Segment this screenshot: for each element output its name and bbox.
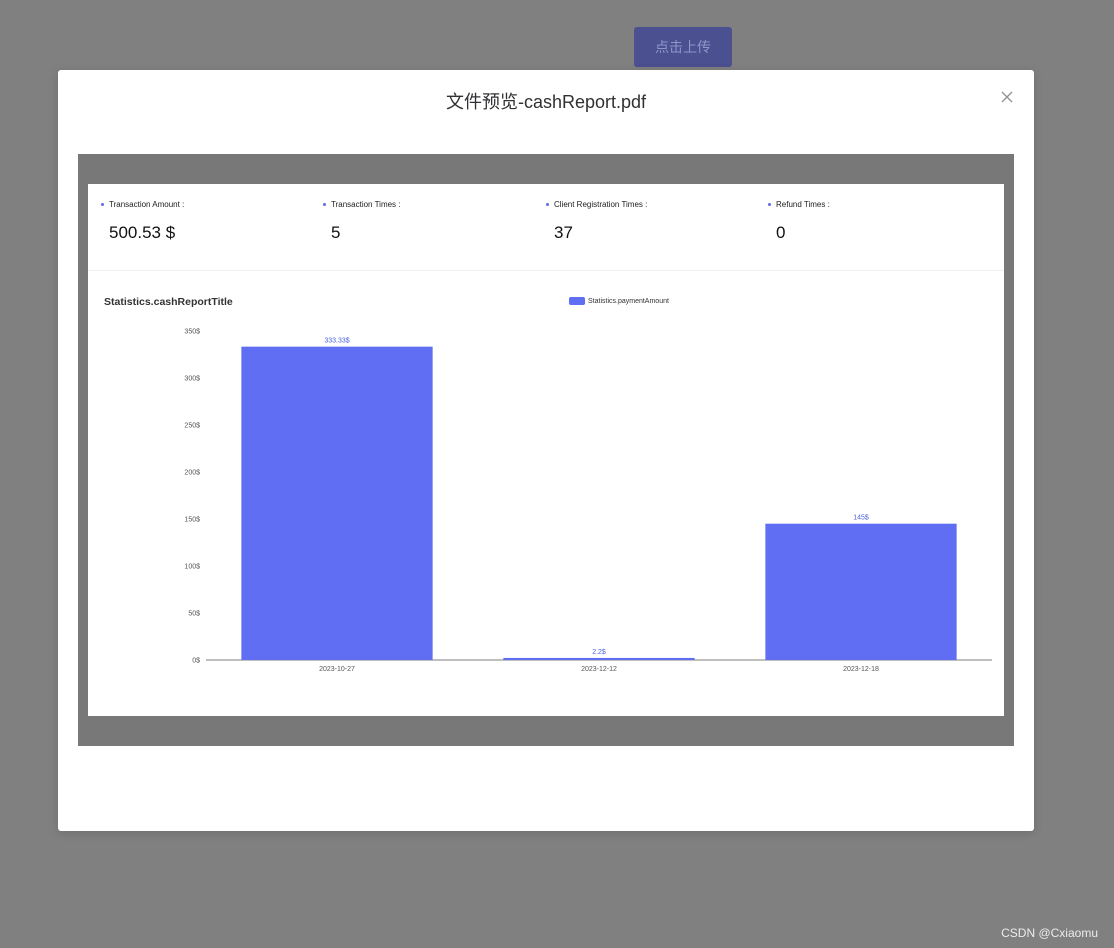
bar (503, 657, 695, 660)
y-tick-label: 350$ (184, 329, 200, 336)
close-icon[interactable] (998, 88, 1016, 106)
y-tick-label: 0$ (192, 658, 200, 665)
x-tick-label: 2023-10-27 (319, 666, 355, 673)
bar-data-label: 145$ (853, 515, 869, 522)
y-tick-label: 300$ (184, 376, 200, 383)
bar-data-label: 333.33$ (324, 338, 349, 345)
file-preview-dialog: 文件预览-cashReport.pdf Transaction Amount :… (58, 70, 1034, 831)
y-tick-label: 150$ (184, 517, 200, 524)
x-tick-label: 2023-12-18 (843, 666, 879, 673)
y-tick-label: 250$ (184, 423, 200, 430)
bar-chart: 0$ 50$ 100$ 150$ 200$ 250$ 300$ 350$ 333.33$ 2023… (184, 329, 992, 673)
bar-data-label: 2.2$ (592, 649, 606, 656)
upload-button[interactable]: 点击上传 (634, 27, 732, 67)
x-tick-label: 2023-12-12 (581, 666, 617, 673)
dialog-title: 文件预览-cashReport.pdf (445, 92, 647, 112)
bar (765, 523, 957, 660)
page: 点击上传 文件预览-cashReport.pdf Transaction Amo… (0, 0, 1114, 948)
pdf-viewer[interactable]: Transaction Amount : 500.53 $ Transactio… (78, 154, 1014, 746)
watermark: CSDN @Cxiaomu (1001, 926, 1098, 940)
y-tick-label: 200$ (184, 470, 200, 477)
bar (241, 346, 433, 660)
y-tick-label: 50$ (188, 611, 200, 618)
pdf-page: Transaction Amount : 500.53 $ Transactio… (88, 184, 1004, 716)
y-tick-label: 100$ (184, 564, 200, 571)
